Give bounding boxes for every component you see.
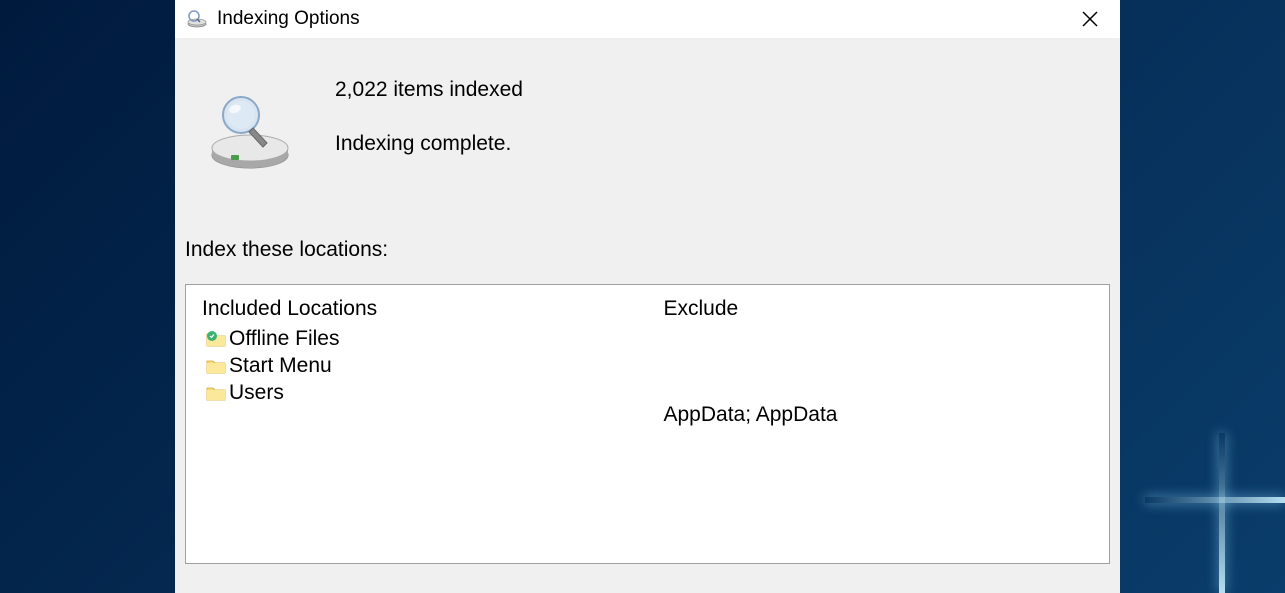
items-indexed-count: 2,022 items indexed [335,78,523,102]
indexing-title-icon [185,7,209,31]
exclude-value: AppData; AppData [664,403,1094,427]
index-locations-label: Index these locations: [175,238,1120,272]
exclude-column: Exclude AppData; AppData [648,285,1110,563]
window-title: Indexing Options [217,8,1060,30]
status-area: 2,022 items indexed Indexing complete. [175,38,1120,208]
close-button[interactable] [1060,0,1120,38]
window-content: 2,022 items indexed Indexing complete. I… [175,38,1120,593]
indexing-status-message: Indexing complete. [335,132,523,156]
list-item[interactable]: Users [206,381,632,405]
offline-files-icon [206,330,226,348]
list-item[interactable]: Offline Files [206,327,632,351]
list-item[interactable]: Start Menu [206,354,632,378]
title-bar: Indexing Options [175,0,1120,38]
folder-icon [206,357,226,375]
included-locations-column: Included Locations Offline Files [186,285,648,563]
list-item-label: Start Menu [229,354,332,378]
list-item-label: Users [229,381,284,405]
status-text-block: 2,022 items indexed Indexing complete. [335,68,523,156]
included-locations-header: Included Locations [202,297,632,321]
indexing-large-icon [205,88,295,178]
close-icon [1082,11,1098,27]
folder-icon [206,384,226,402]
locations-table: Included Locations Offline Files [185,284,1110,564]
exclude-header: Exclude [664,297,1094,321]
indexing-options-window: Indexing Options [175,0,1120,593]
list-item-label: Offline Files [229,327,340,351]
